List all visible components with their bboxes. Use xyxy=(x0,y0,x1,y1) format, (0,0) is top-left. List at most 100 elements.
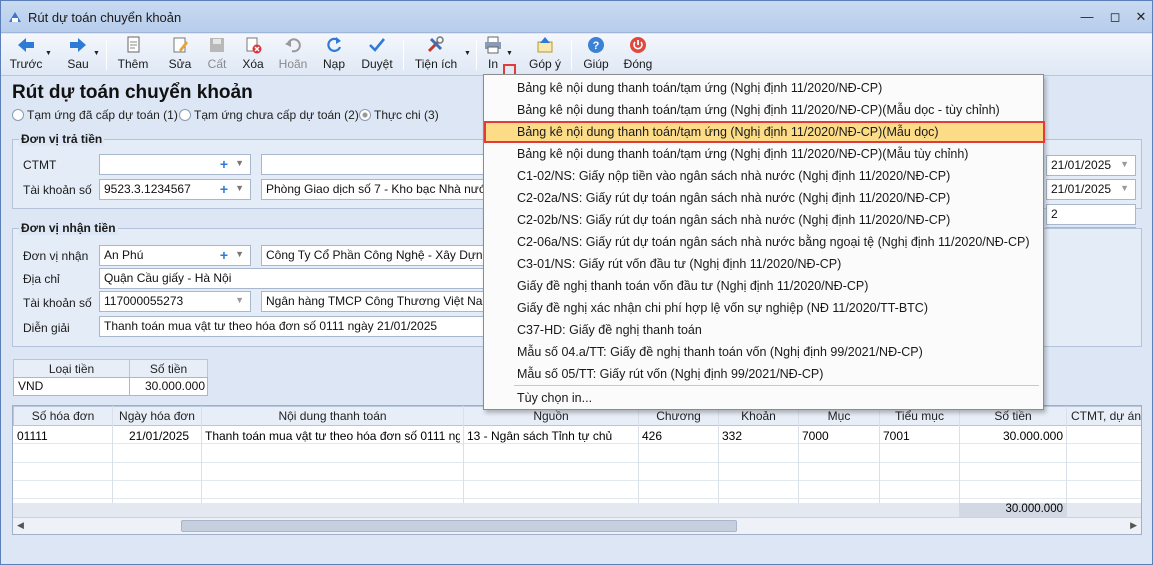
help-icon: ? xyxy=(588,37,604,53)
ctmt-combo[interactable]: + ▼ xyxy=(99,154,251,175)
payer-account-label: Tài khoản số xyxy=(23,183,92,197)
payee-account-label: Tài khoản số xyxy=(23,296,92,310)
radio-actual-payment[interactable]: Thực chi (3) xyxy=(359,108,439,122)
undo-button[interactable]: Hoãn xyxy=(276,36,310,74)
grid-header-ctmt[interactable]: CTMT, dự án xyxy=(1066,406,1141,426)
chevron-down-icon[interactable]: ▼ xyxy=(1120,183,1129,193)
window-title: Rút dự toán chuyển khoản xyxy=(28,10,182,25)
menu-item-print-option[interactable]: Mẫu số 04.a/TT: Giấy đề nghị thanh toán … xyxy=(517,345,923,359)
ctmt-name-field[interactable] xyxy=(261,154,486,175)
approve-button[interactable]: Duyệt xyxy=(358,36,396,74)
table-row[interactable]: 01111 21/01/2025 Thanh toán mua vật tư t… xyxy=(13,426,1141,444)
toolbar-separator xyxy=(403,40,404,70)
payee-unit-label: Đơn vị nhận xyxy=(23,249,89,263)
arrow-right-icon xyxy=(70,38,86,52)
menu-item-print-option[interactable]: Bảng kê nội dung thanh toán/tạm ứng (Ngh… xyxy=(517,147,968,161)
menu-item-print-option[interactable]: C3-01/NS: Giấy rút vốn đầu tư (Nghị định… xyxy=(517,257,841,271)
radio-circle xyxy=(179,109,191,121)
date-field-2[interactable]: 21/01/2025 ▼ xyxy=(1046,179,1136,200)
toolbar-separator xyxy=(571,40,572,70)
menu-item-print-option-selected[interactable]: Bảng kê nội dung thanh toán/tạm ứng (Ngh… xyxy=(517,125,939,139)
grid-header-payment-content[interactable]: Nội dung thanh toán xyxy=(201,406,464,426)
form-title: Rút dự toán chuyển khoản xyxy=(12,82,253,103)
menu-item-print-option[interactable]: Bảng kê nội dung thanh toán/tạm ứng (Ngh… xyxy=(517,81,882,95)
currency-amount-cell[interactable]: 30.000.000 xyxy=(129,377,208,396)
menu-separator xyxy=(514,385,1039,386)
refresh-icon xyxy=(327,37,342,52)
print-button[interactable]: In xyxy=(482,36,504,74)
menu-item-print-settings[interactable]: Tùy chọn in... xyxy=(517,391,592,405)
payer-group-title: Đơn vị trả tiền xyxy=(19,132,105,146)
description-field[interactable]: Thanh toán mua vật tư theo hóa đơn số 01… xyxy=(99,316,486,337)
chevron-down-icon[interactable]: ▼ xyxy=(235,249,244,259)
back-button[interactable]: Trước xyxy=(9,36,43,74)
add-icon[interactable]: + xyxy=(220,181,228,197)
chevron-down-icon[interactable]: ▼ xyxy=(235,295,244,305)
payer-bank-field[interactable]: Phòng Giao dịch số 7 - Kho bạc Nhà nước … xyxy=(261,179,486,200)
chevron-down-icon[interactable]: ▼ xyxy=(235,158,244,168)
save-button[interactable]: Cất xyxy=(204,36,230,74)
menu-item-print-option[interactable]: Mẫu số 05/TT: Giấy rút vốn (Nghị định 99… xyxy=(517,367,823,381)
printer-icon xyxy=(485,36,501,54)
grid-header-invoice-no[interactable]: Số hóa đơn xyxy=(13,406,113,426)
menu-item-print-option[interactable]: C37-HD: Giấy đề nghị thanh toán xyxy=(517,323,702,337)
table-row[interactable] xyxy=(13,445,1141,463)
menu-item-print-option[interactable]: C2-02b/NS: Giấy rút dự toán ngân sách nh… xyxy=(517,213,950,227)
check-icon xyxy=(369,38,386,52)
menu-item-print-option[interactable]: C2-06a/NS: Giấy rút dự toán ngân sách nh… xyxy=(517,235,1030,249)
menu-item-print-option[interactable]: Giấy đề nghị thanh toán vốn đầu tư (Nghị… xyxy=(517,279,868,293)
payment-details-grid: Số hóa đơn Ngày hóa đơn Nội dung thanh t… xyxy=(12,405,1142,535)
table-row[interactable] xyxy=(13,463,1141,481)
payee-account-combo[interactable]: 117000055273 ▼ xyxy=(99,291,251,312)
utility-button[interactable]: Tiện ích xyxy=(413,36,459,74)
add-icon[interactable]: + xyxy=(220,247,228,263)
close-window-button[interactable]: ✕ xyxy=(1132,9,1150,25)
address-field[interactable]: Quận Cầu giấy - Hà Nội xyxy=(99,268,486,289)
feedback-button[interactable]: Góp ý xyxy=(527,36,563,74)
back-dropdown-arrow[interactable]: ▼ xyxy=(45,50,53,58)
close-button[interactable]: Đóng xyxy=(621,36,655,74)
next-button[interactable]: Sau xyxy=(61,36,95,74)
scroll-left-icon[interactable]: ◀ xyxy=(17,520,24,531)
menu-item-print-option[interactable]: Giấy đề nghị xác nhận chi phí hợp lệ vốn… xyxy=(517,301,928,315)
grid-total-amount: 30.000.000 xyxy=(1005,503,1063,515)
menu-item-print-option[interactable]: Bảng kê nội dung thanh toán/tạm ứng (Ngh… xyxy=(517,103,1000,117)
currency-type-cell[interactable]: VND xyxy=(13,377,130,396)
print-dropdown-menu: Bảng kê nội dung thanh toán/tạm ứng (Ngh… xyxy=(483,74,1045,410)
horizontal-scrollbar[interactable]: ◀ ▶ xyxy=(13,517,1141,534)
arrow-left-icon xyxy=(18,38,34,52)
date-field-1[interactable]: 21/01/2025 ▼ xyxy=(1046,155,1136,176)
undo-icon xyxy=(285,38,301,53)
payer-account-combo[interactable]: 9523.3.1234567 + ▼ xyxy=(99,179,251,200)
delete-button[interactable]: Xóa xyxy=(239,36,267,74)
payee-unit-name-field[interactable]: Công Ty Cổ Phần Công Nghệ - Xây Dựng Vă xyxy=(261,245,486,266)
chevron-down-icon[interactable]: ▼ xyxy=(235,183,244,193)
grid-header-invoice-date[interactable]: Ngày hóa đơn xyxy=(112,406,202,426)
utility-dropdown-arrow[interactable]: ▼ xyxy=(464,50,472,58)
toolbar: Trước ▼ Sau ▼ Thêm Sửa Cất Xóa Hoãn Nạp … xyxy=(1,34,1152,110)
payee-unit-combo[interactable]: An Phú + ▼ xyxy=(99,245,251,266)
payee-group-title: Đơn vị nhận tiền xyxy=(19,221,118,235)
reload-button[interactable]: Nạp xyxy=(320,36,348,74)
radio-advance-unallocated[interactable]: Tạm ứng chưa cấp dự toán (2) xyxy=(179,108,359,122)
print-dropdown-arrow[interactable]: ▼ xyxy=(506,50,514,58)
help-button[interactable]: ? Giúp xyxy=(581,36,611,74)
maximize-button[interactable]: ◻ xyxy=(1106,9,1124,25)
chevron-down-icon[interactable]: ▼ xyxy=(1120,159,1129,169)
add-icon[interactable]: + xyxy=(220,156,228,172)
tools-icon xyxy=(427,36,444,53)
next-dropdown-arrow[interactable]: ▼ xyxy=(93,50,101,58)
add-button[interactable]: Thêm xyxy=(115,36,151,74)
toolbar-separator xyxy=(476,40,477,70)
menu-item-print-option[interactable]: C2-02a/NS: Giấy rút dự toán ngân sách nh… xyxy=(517,191,950,205)
menu-item-print-option[interactable]: C1-02/NS: Giấy nộp tiền vào ngân sách nh… xyxy=(517,169,950,183)
scrollbar-thumb[interactable] xyxy=(181,520,737,532)
number-field[interactable]: 2 xyxy=(1046,204,1136,225)
minimize-button[interactable]: — xyxy=(1078,9,1096,25)
radio-advance-allocated[interactable]: Tạm ứng đã cấp dự toán (1) xyxy=(12,108,178,122)
edit-button[interactable]: Sửa xyxy=(166,36,194,74)
payee-bank-field[interactable]: Ngân hàng TMCP Công Thương Việt Nam (V xyxy=(261,291,486,312)
power-icon xyxy=(630,37,646,53)
table-row[interactable] xyxy=(13,481,1141,499)
scroll-right-icon[interactable]: ▶ xyxy=(1130,520,1137,531)
